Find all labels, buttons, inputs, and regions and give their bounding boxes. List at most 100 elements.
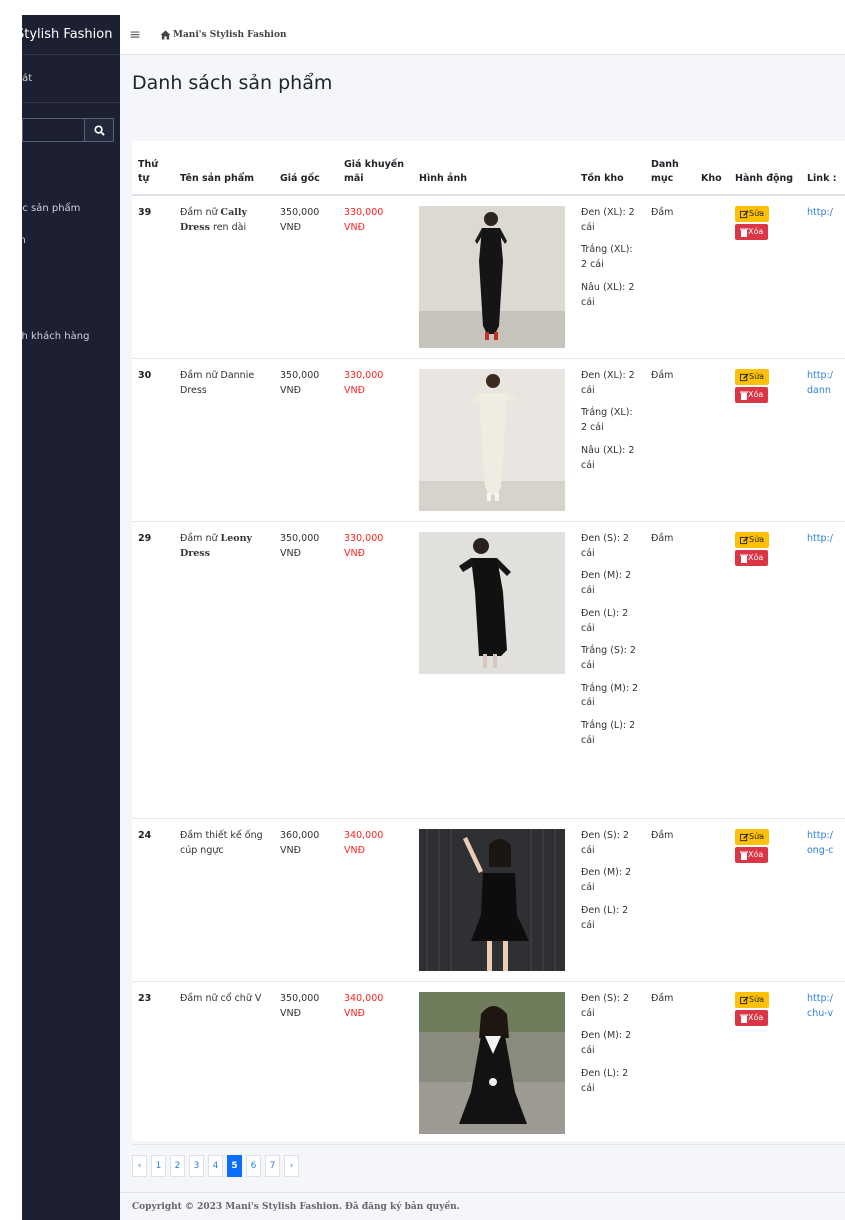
delete-button[interactable]: Xóa bbox=[735, 1010, 769, 1027]
edit-button-label: Sửa bbox=[749, 994, 765, 1004]
delete-button[interactable]: Xóa bbox=[735, 550, 769, 567]
cell-warehouse bbox=[695, 195, 729, 359]
cell-stock: Đen (XL): 2 cái Trắng (XL): 2 cái Nâu (X… bbox=[575, 359, 645, 522]
delete-button-label: Xóa bbox=[748, 227, 764, 237]
stock-line: Đen (L): 2 cái bbox=[581, 904, 629, 931]
edit-button[interactable]: Sửa bbox=[735, 992, 770, 1008]
pagination-page-4[interactable]: 4 bbox=[208, 1155, 223, 1177]
stock-line: Đen (XL): 2 cái bbox=[581, 370, 635, 396]
cell-warehouse bbox=[695, 982, 729, 1145]
header-warehouse: Kho bbox=[695, 141, 729, 196]
sidebar-item-5[interactable]: g bbox=[22, 289, 120, 321]
header-name[interactable]: Tên sản phẩm bbox=[174, 141, 274, 196]
edit-icon bbox=[740, 832, 749, 841]
product-image bbox=[419, 829, 565, 971]
trash-icon bbox=[740, 391, 748, 400]
stock-line: Đen (M): 2 cái bbox=[581, 867, 632, 894]
header-stock: Tồn kho bbox=[575, 141, 645, 196]
home-link[interactable]: Mani's Stylish Fashion bbox=[160, 30, 286, 40]
sidebar-item-4[interactable] bbox=[22, 257, 120, 289]
delete-button-label: Xóa bbox=[748, 390, 764, 400]
delete-button[interactable]: Xóa bbox=[735, 847, 769, 864]
cell-actions: Sửa Xóa bbox=[729, 522, 801, 819]
sidebar-search-button[interactable] bbox=[84, 118, 114, 142]
delete-button[interactable]: Xóa bbox=[735, 387, 769, 404]
cell-actions: Sửa Xóa bbox=[729, 359, 801, 522]
sidebar-item-1[interactable]: ı bbox=[22, 161, 120, 193]
pagination-page-7[interactable]: 7 bbox=[265, 1155, 280, 1177]
stock-line: Đen (XL): 2 cái bbox=[581, 207, 635, 233]
stock-line: Trắng (S): 2 cái bbox=[581, 645, 636, 672]
pagination-next[interactable]: › bbox=[284, 1155, 299, 1177]
sidebar-item-categories[interactable]: ục sản phẩm bbox=[22, 193, 120, 225]
cell-category: Đầm bbox=[651, 370, 674, 381]
edit-button-label: Sửa bbox=[749, 831, 765, 841]
edit-icon bbox=[740, 535, 749, 544]
pagination-page-2[interactable]: 2 bbox=[170, 1155, 185, 1177]
trash-icon bbox=[740, 554, 748, 563]
header-order[interactable]: Thứ tự bbox=[132, 141, 174, 196]
cell-price: 350,000 VNĐ bbox=[280, 370, 320, 396]
pagination-page-3[interactable]: 3 bbox=[189, 1155, 204, 1177]
header-price[interactable]: Giá gốc bbox=[274, 141, 338, 196]
cell-link[interactable]: http:/ ong-c bbox=[801, 819, 845, 982]
product-image bbox=[419, 206, 565, 348]
table-header-row: Thứ tự Tên sản phẩm Giá gốc Giá khuyến m… bbox=[132, 141, 845, 196]
header-category[interactable]: Danh mục bbox=[645, 141, 695, 196]
table-row: 23 Đầm nữ cổ chữ V 350,000 VNĐ 340,000 V… bbox=[132, 982, 845, 1145]
sidebar-logout[interactable]: oát bbox=[22, 55, 120, 103]
cell-image bbox=[413, 195, 575, 359]
search-icon bbox=[93, 124, 105, 136]
stock-line: Đen (M): 2 cái bbox=[581, 570, 632, 597]
cell-warehouse bbox=[695, 522, 729, 819]
name-suffix: ren dài bbox=[209, 221, 247, 233]
pagination-page-6[interactable]: 6 bbox=[246, 1155, 261, 1177]
edit-button[interactable]: Sửa bbox=[735, 206, 770, 222]
hamburger-menu-icon[interactable]: ≡ bbox=[120, 27, 150, 43]
sidebar-menu: ı ục sản phẩm m g ch khách hàng bbox=[22, 161, 120, 353]
edit-button[interactable]: Sửa bbox=[735, 829, 770, 845]
cell-link[interactable]: http:/ chu-v bbox=[801, 982, 845, 1145]
cell-price: 350,000 VNĐ bbox=[280, 533, 320, 559]
cell-order: 24 bbox=[138, 830, 152, 841]
cell-order: 29 bbox=[138, 533, 152, 544]
delete-button-label: Xóa bbox=[748, 553, 764, 563]
pagination-prev[interactable]: ‹ bbox=[132, 1155, 147, 1177]
stock-line: Nâu (XL): 2 cái bbox=[581, 281, 635, 308]
sidebar-brand[interactable]: Stylish Fashion bbox=[22, 15, 120, 55]
cell-name: Đầm nữ Dannie Dress bbox=[180, 370, 255, 396]
cell-order: 23 bbox=[138, 993, 152, 1004]
main-content: Danh sách sản phẩm Thứ tự Tên sản phẩm G… bbox=[120, 55, 845, 1192]
cell-name: Đầm nữ Cally Dress ren dài bbox=[174, 195, 274, 359]
cell-link[interactable]: http:/ dann bbox=[801, 359, 845, 522]
pagination-page-1[interactable]: 1 bbox=[151, 1155, 166, 1177]
sidebar-search bbox=[22, 118, 114, 142]
header-promo[interactable]: Giá khuyến mãi bbox=[338, 141, 413, 196]
stock-line: Đen (M): 2 cái bbox=[581, 1030, 632, 1057]
page-title: Danh sách sản phẩm bbox=[132, 72, 333, 94]
delete-button[interactable]: Xóa bbox=[735, 224, 769, 241]
sidebar-search-input[interactable] bbox=[22, 118, 84, 142]
cell-image bbox=[413, 982, 575, 1145]
pagination-page-5-active[interactable]: 5 bbox=[227, 1155, 242, 1177]
product-table: Thứ tự Tên sản phẩm Giá gốc Giá khuyến m… bbox=[132, 141, 845, 1145]
edit-button[interactable]: Sửa bbox=[735, 532, 770, 548]
edit-button-label: Sửa bbox=[749, 534, 765, 544]
header-image: Hình ảnh bbox=[413, 141, 575, 196]
table-row: 29 Đầm nữ Leony Dress 350,000 VNĐ 330,00… bbox=[132, 522, 845, 819]
sidebar-item-customers[interactable]: ch khách hàng bbox=[22, 321, 120, 353]
cell-actions: Sửa Xóa bbox=[729, 982, 801, 1145]
table-row: 30 Đầm nữ Dannie Dress 350,000 VNĐ 330,0… bbox=[132, 359, 845, 522]
name-text: Đầm nữ bbox=[180, 207, 221, 218]
delete-button-label: Xóa bbox=[748, 850, 764, 860]
cell-link[interactable]: http:/ bbox=[801, 195, 845, 359]
sidebar-item-3[interactable]: m bbox=[22, 225, 120, 257]
pagination: ‹ 1 2 3 4 5 6 7 › bbox=[132, 1155, 303, 1177]
cell-warehouse bbox=[695, 359, 729, 522]
cell-promo: 330,000 VNĐ bbox=[344, 533, 384, 559]
edit-button[interactable]: Sửa bbox=[735, 369, 770, 385]
cell-promo: 340,000 VNĐ bbox=[344, 830, 384, 856]
cell-category: Đầm bbox=[651, 533, 674, 544]
cell-promo: 330,000 VNĐ bbox=[344, 370, 384, 396]
cell-link[interactable]: http:/ bbox=[801, 522, 845, 819]
